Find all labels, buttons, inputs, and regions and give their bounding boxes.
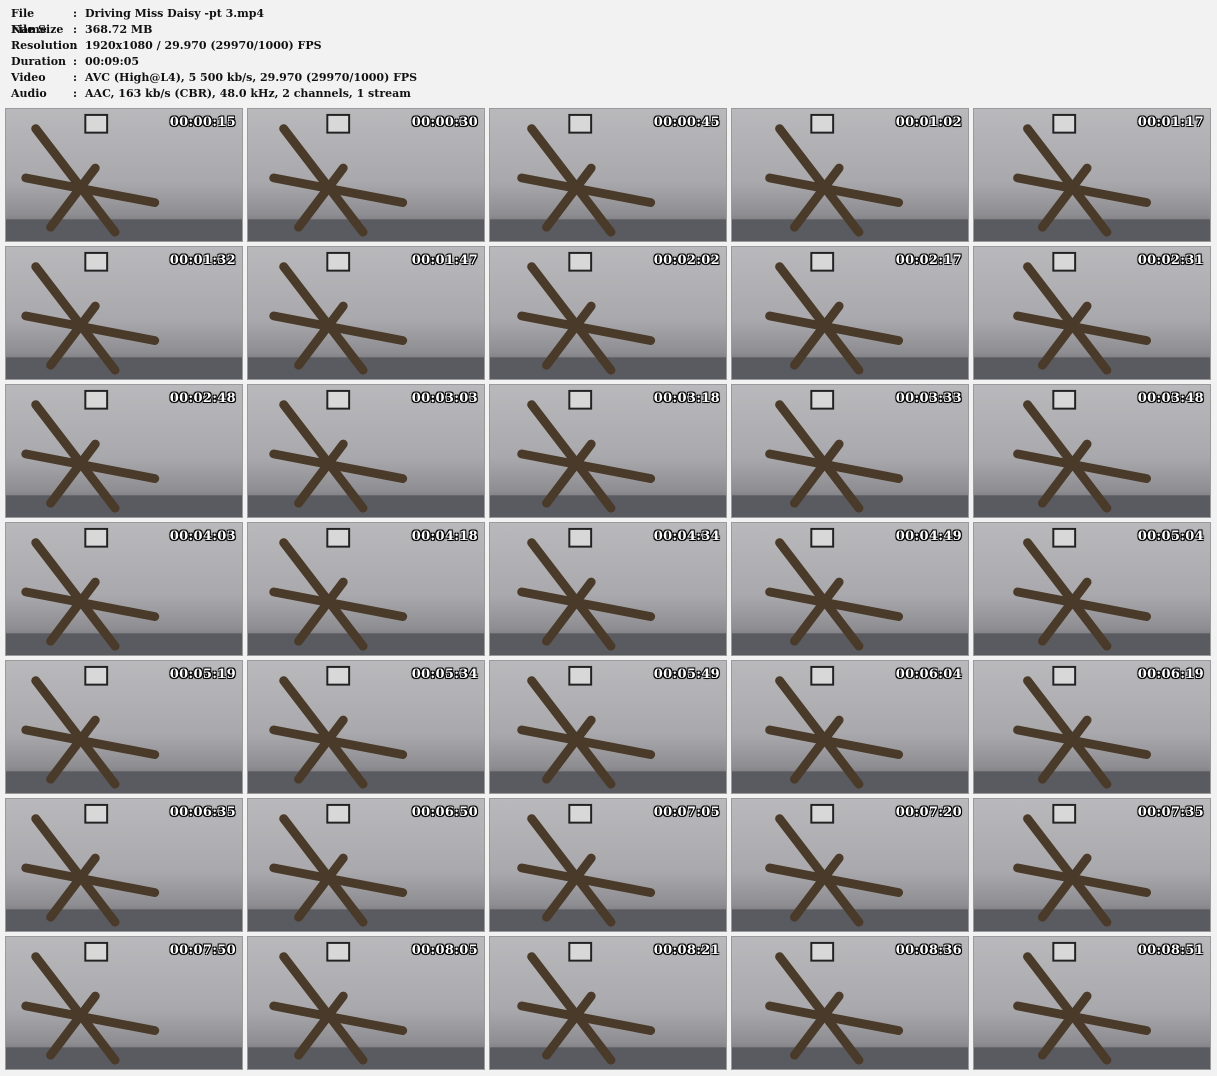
thumbnail-timestamp: 00:06:50 bbox=[411, 805, 478, 820]
video-thumbnail[interactable]: 00:08:21 bbox=[489, 936, 727, 1070]
thumbnail-timestamp: 00:04:49 bbox=[895, 529, 962, 544]
thumbnail-timestamp: 00:08:36 bbox=[895, 943, 962, 958]
video-thumbnail[interactable]: 00:07:50 bbox=[5, 936, 243, 1070]
thumbnail-timestamp: 00:05:04 bbox=[1137, 529, 1204, 544]
thumbnail-grid: 00:00:15 00:00:30 00:00:45 00:01:02 00:01:17… bbox=[5, 108, 1211, 1070]
video-thumbnail[interactable]: 00:05:49 bbox=[489, 660, 727, 794]
video-thumbnail[interactable]: 00:02:31 bbox=[973, 246, 1211, 380]
thumbnail-timestamp: 00:05:49 bbox=[653, 667, 720, 682]
separator: : bbox=[73, 71, 78, 84]
file-size-row: File Size : 368.72 MB bbox=[11, 22, 417, 38]
video-row: Video : AVC (High@L4), 5 500 kb/s, 29.97… bbox=[11, 70, 417, 86]
video-thumbnail[interactable]: 00:03:33 bbox=[731, 384, 969, 518]
video-thumbnail[interactable]: 00:07:05 bbox=[489, 798, 727, 932]
file-name-row: File Name : Driving Miss Daisy -pt 3.mp4 bbox=[11, 6, 417, 36]
video-thumbnail[interactable]: 00:05:04 bbox=[973, 522, 1211, 656]
thumbnail-timestamp: 00:01:32 bbox=[169, 253, 236, 268]
video-thumbnail[interactable]: 00:06:50 bbox=[247, 798, 485, 932]
thumbnail-timestamp: 00:00:45 bbox=[653, 115, 720, 130]
video-thumbnail[interactable]: 00:03:18 bbox=[489, 384, 727, 518]
video-thumbnail[interactable]: 00:01:47 bbox=[247, 246, 485, 380]
video-thumbnail[interactable]: 00:07:35 bbox=[973, 798, 1211, 932]
thumbnail-timestamp: 00:02:31 bbox=[1137, 253, 1204, 268]
thumbnail-timestamp: 00:03:48 bbox=[1137, 391, 1204, 406]
thumbnail-timestamp: 00:05:19 bbox=[169, 667, 236, 682]
video-thumbnail[interactable]: 00:04:18 bbox=[247, 522, 485, 656]
file-size-label: File Size bbox=[11, 23, 64, 36]
thumbnail-timestamp: 00:01:47 bbox=[411, 253, 478, 268]
thumbnail-timestamp: 00:08:51 bbox=[1137, 943, 1204, 958]
separator: : bbox=[73, 87, 78, 100]
video-thumbnail[interactable]: 00:00:45 bbox=[489, 108, 727, 242]
video-thumbnail[interactable]: 00:00:15 bbox=[5, 108, 243, 242]
separator: : bbox=[73, 55, 78, 68]
thumbnail-timestamp: 00:07:05 bbox=[653, 805, 720, 820]
video-thumbnail[interactable]: 00:08:36 bbox=[731, 936, 969, 1070]
thumbnail-timestamp: 00:08:05 bbox=[411, 943, 478, 958]
video-thumbnail[interactable]: 00:02:02 bbox=[489, 246, 727, 380]
file-info-header: File Name : Driving Miss Daisy -pt 3.mp4… bbox=[11, 6, 417, 102]
video-thumbnail[interactable]: 00:04:03 bbox=[5, 522, 243, 656]
video-thumbnail[interactable]: 00:07:20 bbox=[731, 798, 969, 932]
video-thumbnail[interactable]: 00:06:19 bbox=[973, 660, 1211, 794]
resolution-row: Resolution : 1920x1080 / 29.970 (29970/1… bbox=[11, 38, 417, 54]
video-thumbnail[interactable]: 00:04:49 bbox=[731, 522, 969, 656]
video-thumbnail[interactable]: 00:03:03 bbox=[247, 384, 485, 518]
video-thumbnail[interactable]: 00:02:48 bbox=[5, 384, 243, 518]
file-name-label: File Name bbox=[11, 7, 47, 36]
thumbnail-timestamp: 00:00:30 bbox=[411, 115, 478, 130]
resolution-label: Resolution bbox=[11, 39, 78, 52]
thumbnail-timestamp: 00:01:02 bbox=[895, 115, 962, 130]
video-thumbnail[interactable]: 00:05:34 bbox=[247, 660, 485, 794]
duration-row: Duration : 00:09:05 bbox=[11, 54, 417, 70]
thumbnail-timestamp: 00:08:21 bbox=[653, 943, 720, 958]
thumbnail-timestamp: 00:05:34 bbox=[411, 667, 478, 682]
thumbnail-timestamp: 00:07:35 bbox=[1137, 805, 1204, 820]
video-thumbnail[interactable]: 00:05:19 bbox=[5, 660, 243, 794]
file-name-value: Driving Miss Daisy -pt 3.mp4 bbox=[85, 7, 265, 20]
audio-row: Audio : AAC, 163 kb/s (CBR), 48.0 kHz, 2… bbox=[11, 86, 417, 102]
audio-label: Audio bbox=[11, 87, 47, 100]
separator: : bbox=[73, 23, 78, 36]
duration-label: Duration bbox=[11, 55, 67, 68]
separator: : bbox=[73, 7, 78, 20]
video-thumbnail[interactable]: 00:01:17 bbox=[973, 108, 1211, 242]
thumbnail-timestamp: 00:04:18 bbox=[411, 529, 478, 544]
video-thumbnail[interactable]: 00:01:02 bbox=[731, 108, 969, 242]
thumbnail-timestamp: 00:02:48 bbox=[169, 391, 236, 406]
video-thumbnail[interactable]: 00:08:05 bbox=[247, 936, 485, 1070]
thumbnail-timestamp: 00:02:17 bbox=[895, 253, 962, 268]
thumbnail-timestamp: 00:03:03 bbox=[411, 391, 478, 406]
thumbnail-timestamp: 00:03:18 bbox=[653, 391, 720, 406]
video-value: AVC (High@L4), 5 500 kb/s, 29.970 (29970… bbox=[85, 71, 418, 84]
video-thumbnail[interactable]: 00:04:34 bbox=[489, 522, 727, 656]
separator: : bbox=[73, 39, 78, 52]
video-thumbnail[interactable]: 00:08:51 bbox=[973, 936, 1211, 1070]
video-thumbnail[interactable]: 00:03:48 bbox=[973, 384, 1211, 518]
thumbnail-timestamp: 00:00:15 bbox=[169, 115, 236, 130]
duration-value: 00:09:05 bbox=[85, 55, 140, 68]
thumbnail-timestamp: 00:02:02 bbox=[653, 253, 720, 268]
thumbnail-timestamp: 00:04:34 bbox=[653, 529, 720, 544]
thumbnail-timestamp: 00:03:33 bbox=[895, 391, 962, 406]
video-thumbnail[interactable]: 00:02:17 bbox=[731, 246, 969, 380]
thumbnail-timestamp: 00:04:03 bbox=[169, 529, 236, 544]
file-size-value: 368.72 MB bbox=[85, 23, 153, 36]
video-label: Video bbox=[11, 71, 46, 84]
audio-value: AAC, 163 kb/s (CBR), 48.0 kHz, 2 channel… bbox=[85, 87, 411, 100]
video-thumbnail[interactable]: 00:06:04 bbox=[731, 660, 969, 794]
thumbnail-timestamp: 00:06:04 bbox=[895, 667, 962, 682]
thumbnail-timestamp: 00:07:50 bbox=[169, 943, 236, 958]
thumbnail-timestamp: 00:01:17 bbox=[1137, 115, 1204, 130]
video-thumbnail[interactable]: 00:06:35 bbox=[5, 798, 243, 932]
thumbnail-timestamp: 00:07:20 bbox=[895, 805, 962, 820]
resolution-value: 1920x1080 / 29.970 (29970/1000) FPS bbox=[85, 39, 322, 52]
thumbnail-timestamp: 00:06:19 bbox=[1137, 667, 1204, 682]
video-thumbnail[interactable]: 00:00:30 bbox=[247, 108, 485, 242]
video-thumbnail[interactable]: 00:01:32 bbox=[5, 246, 243, 380]
thumbnail-timestamp: 00:06:35 bbox=[169, 805, 236, 820]
